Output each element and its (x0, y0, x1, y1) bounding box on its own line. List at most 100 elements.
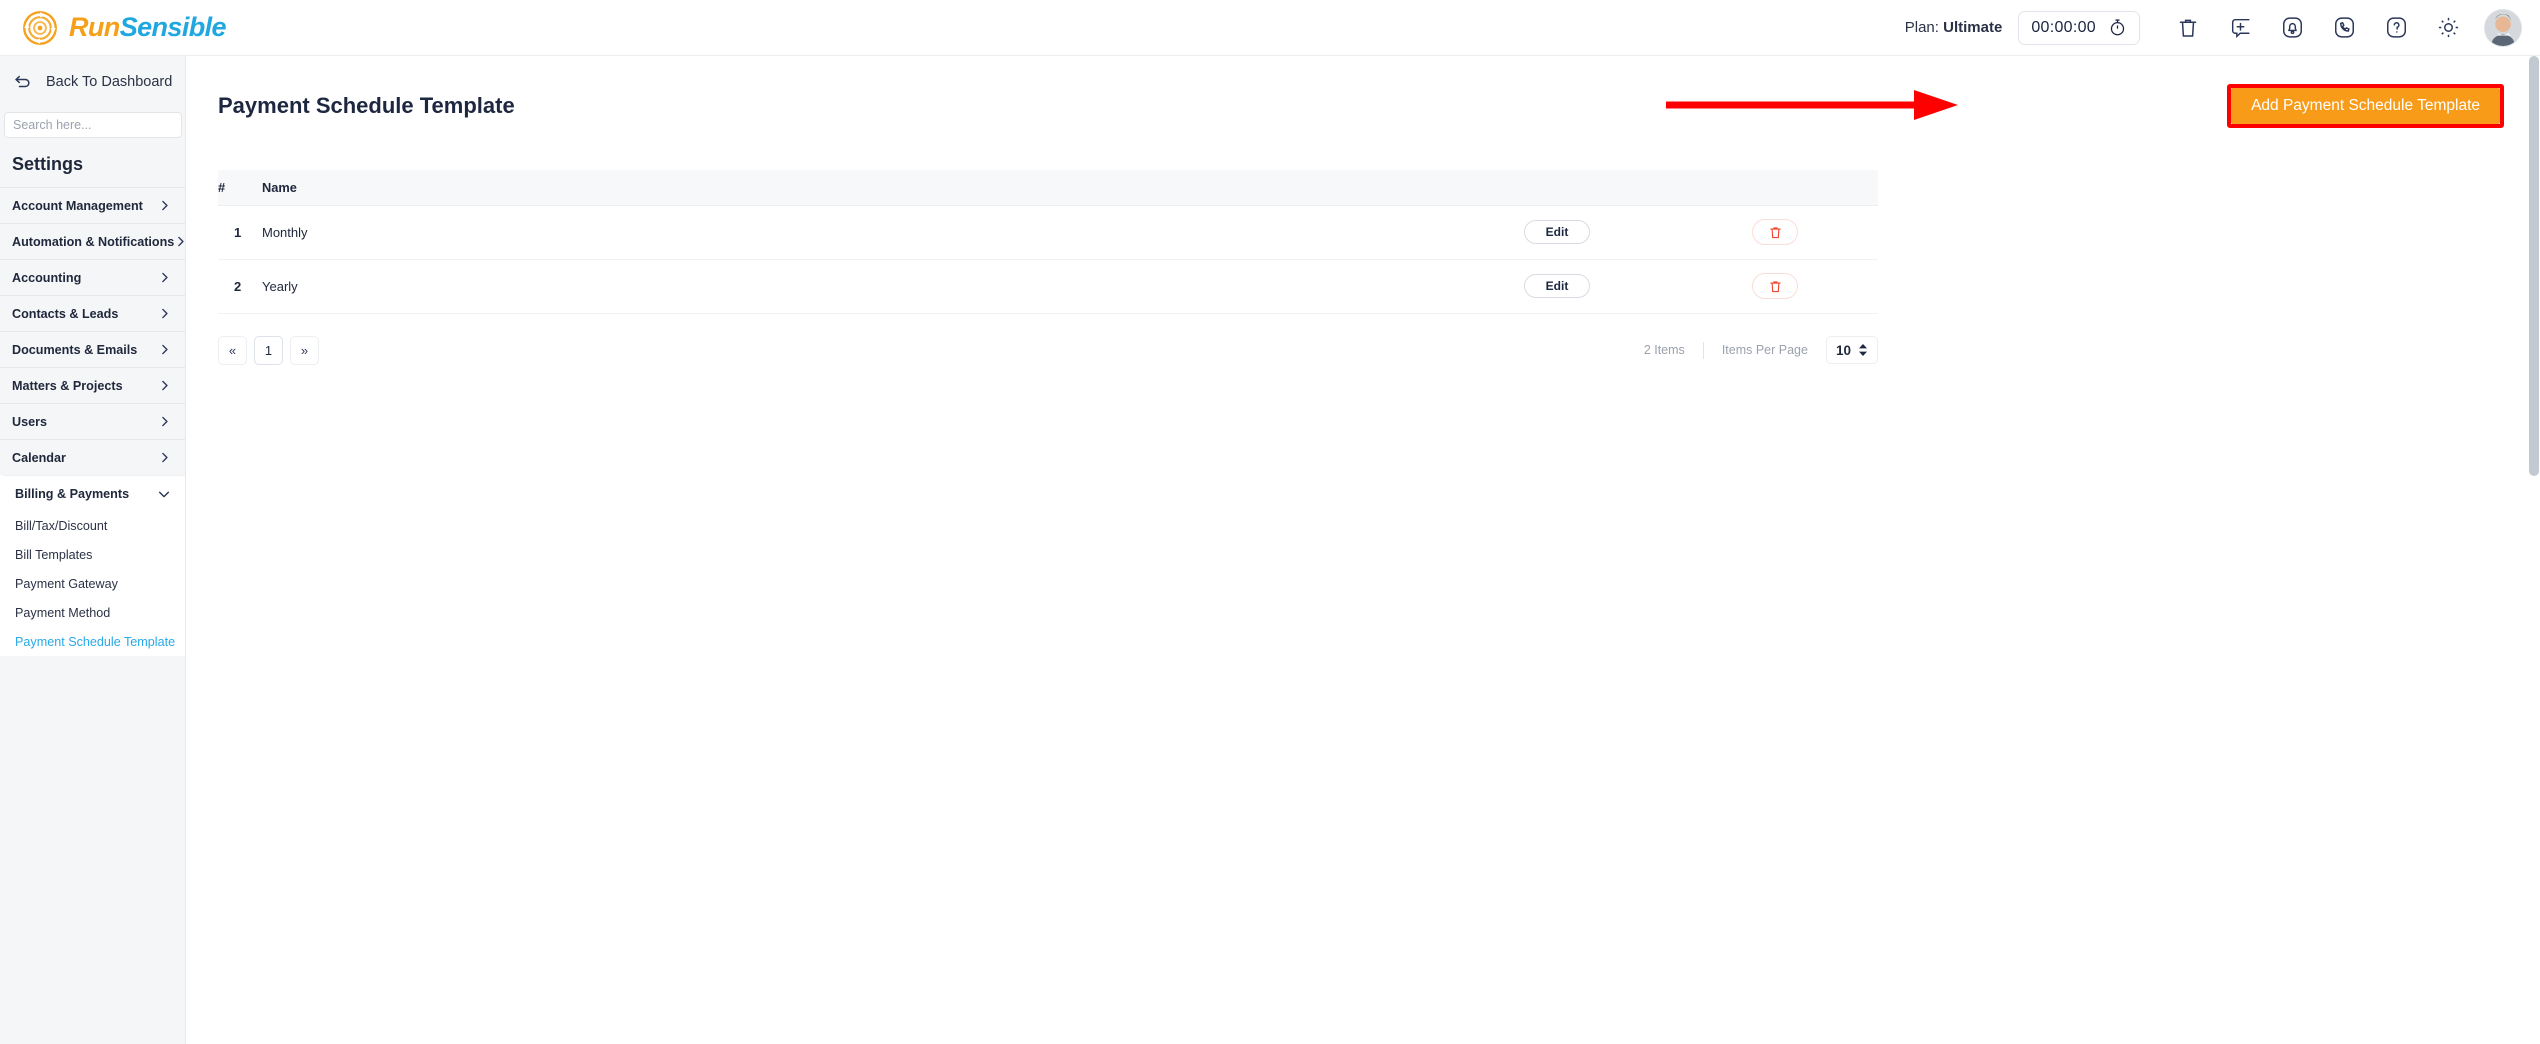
items-per-page-label: Items Per Page (1721, 343, 1808, 357)
top-bar-actions: Plan: Ultimate 00:00:00 (1905, 8, 2522, 48)
sidebar-item-accounting[interactable]: Accounting (0, 259, 185, 295)
avatar-photo (2485, 9, 2521, 46)
row-name: Yearly (262, 259, 1442, 314)
phone-icon (2334, 17, 2354, 38)
sidebar-item-matters-projects[interactable]: Matters & Projects (0, 367, 185, 403)
sidebar-item-users[interactable]: Users (0, 403, 185, 439)
trash-icon (2179, 19, 2197, 37)
main-content: Payment Schedule Template Add Payment Sc… (186, 56, 2540, 1044)
sidebar-item-label: Users (12, 414, 48, 429)
sidebar-item-label: Matters & Projects (12, 378, 123, 393)
trash-button[interactable] (2162, 8, 2214, 48)
sidebar-subitem-label: Payment Method (15, 605, 111, 620)
edit-button[interactable]: Edit (1524, 274, 1590, 298)
edit-button[interactable]: Edit (1524, 220, 1590, 244)
sidebar-subitem-label: Bill/Tax/Discount (15, 518, 108, 533)
payment-schedule-template-table: # Name 1 Monthly Edit 2 Yearly Edit (218, 170, 1878, 314)
items-per-page-value: 10 (1835, 342, 1851, 358)
phone-button[interactable] (2318, 8, 2370, 48)
pagination-last-button[interactable]: » (290, 335, 319, 365)
chevron-down-icon (157, 487, 171, 501)
pagination: «1» (218, 335, 319, 365)
sidebar-subitem-bill-templates[interactable]: Bill Templates (3, 540, 185, 569)
help-icon (2386, 17, 2406, 38)
plan-indicator: Plan: Ultimate (1905, 19, 2003, 36)
column-header-name: Name (262, 170, 1442, 206)
add-note-icon (2231, 18, 2250, 39)
scrollbar-thumb[interactable] (2529, 56, 2539, 476)
sidebar-search (0, 108, 185, 148)
timer-widget[interactable]: 00:00:00 (2018, 10, 2140, 45)
sidebar-subitem-payment-method[interactable]: Payment Method (3, 598, 185, 627)
table-header-row: # Name (218, 170, 1878, 206)
chevron-right-icon (158, 379, 171, 392)
avatar[interactable] (2484, 8, 2522, 47)
chevron-right-icon (158, 271, 171, 284)
timer-value: 00:00:00 (2031, 18, 2096, 36)
sidebar-nav-list: Account Management Automation & Notificat… (0, 187, 185, 475)
notification-bell-icon (2282, 17, 2302, 38)
plan-prefix: Plan: (1904, 19, 1939, 36)
delete-button[interactable] (1752, 273, 1798, 299)
sidebar-item-documents-emails[interactable]: Documents & Emails (0, 331, 185, 367)
delete-button[interactable] (1752, 219, 1798, 245)
settings-gear-icon (2438, 17, 2458, 38)
chevron-right-icon (158, 307, 171, 320)
sidebar-subitem-label: Payment Schedule Template (15, 634, 176, 649)
row-number: 1 (218, 205, 262, 260)
row-name: Monthly (262, 205, 1442, 260)
sidebar-subitem-payment-schedule-template[interactable]: Payment Schedule Template (3, 627, 185, 656)
sidebar-item-contacts-leads[interactable]: Contacts & Leads (0, 295, 185, 331)
pagination-page-1[interactable]: 1 (254, 335, 283, 365)
row-number: 2 (218, 259, 262, 314)
sidebar-group-billing-payments: Billing & Payments Bill/Tax/Discount Bill … (0, 475, 185, 656)
pagination-summary: 2 Items Items Per Page 10 (1644, 336, 1878, 364)
add-note-button[interactable] (2214, 8, 2266, 48)
logo-sensible-text: Sensible (119, 12, 227, 42)
sidebar-subitem-label: Payment Gateway (15, 576, 118, 591)
sidebar-item-label: Documents & Emails (12, 342, 138, 357)
page-header-actions: Add Payment Schedule Template (1666, 84, 2504, 128)
notifications-button[interactable] (2266, 8, 2318, 48)
table-header: # Name (218, 170, 1878, 206)
chevron-right-icon (158, 343, 171, 356)
back-to-dashboard-label: Back To Dashboard (46, 74, 173, 90)
search-input[interactable] (4, 112, 182, 138)
chevron-right-icon (174, 235, 185, 248)
table-card: # Name 1 Monthly Edit 2 Yearly Edit (218, 170, 2504, 314)
sidebar-item-account-management[interactable]: Account Management (0, 187, 185, 223)
runsensible-swirl-icon (23, 10, 57, 45)
add-payment-schedule-template-button[interactable]: Add Payment Schedule Template (2231, 88, 2500, 124)
chevron-right-icon (158, 199, 171, 212)
column-header-number: # (218, 170, 262, 206)
delete-icon (1769, 280, 1781, 292)
pagination-first-button[interactable]: « (218, 335, 247, 365)
logo-wordmark: RunSensible (69, 12, 227, 43)
stopwatch-icon[interactable] (2108, 18, 2127, 37)
stepper-updown-icon (1859, 344, 1867, 356)
settings-button[interactable] (2422, 8, 2474, 48)
sidebar-subitem-payment-gateway[interactable]: Payment Gateway (3, 569, 185, 598)
app-logo[interactable]: RunSensible (22, 10, 227, 46)
plan-value: Ultimate (1943, 19, 2003, 36)
sidebar-subitem-bill-tax-discount[interactable]: Bill/Tax/Discount (3, 511, 185, 540)
page-header: Payment Schedule Template Add Payment Sc… (186, 56, 2540, 128)
sidebar-item-label: Billing & Payments (15, 486, 130, 501)
column-header-edit (1442, 170, 1672, 206)
sidebar-item-calendar[interactable]: Calendar (0, 439, 185, 475)
sidebar-item-label: Accounting (12, 270, 82, 285)
chevron-right-icon (158, 451, 171, 464)
page-scrollbar[interactable] (2528, 56, 2540, 1044)
sidebar-item-label: Calendar (12, 450, 66, 465)
help-button[interactable] (2370, 8, 2422, 48)
top-bar: RunSensible Plan: Ultimate 00:00:00 (0, 0, 2540, 56)
back-to-dashboard-button[interactable]: Back To Dashboard (0, 56, 185, 108)
page-title: Payment Schedule Template (218, 93, 515, 118)
sidebar: Back To Dashboard Settings Account Manag… (0, 56, 186, 1044)
sidebar-item-billing-payments[interactable]: Billing & Payments (3, 475, 185, 511)
sidebar-subitem-label: Bill Templates (15, 547, 93, 562)
items-per-page-select[interactable]: 10 (1825, 336, 1878, 364)
sidebar-item-automation-notifications[interactable]: Automation & Notifications (0, 223, 185, 259)
back-arrow-icon (15, 75, 30, 88)
table-row: 1 Monthly Edit (218, 205, 1878, 260)
